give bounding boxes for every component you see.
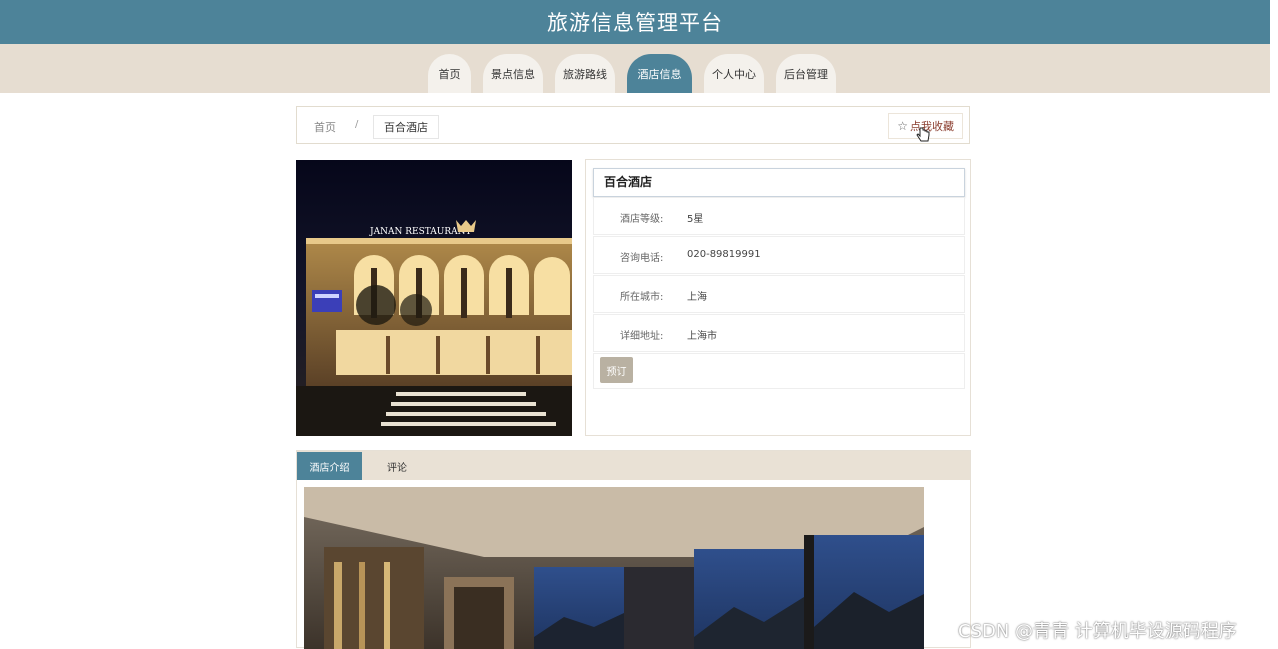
info-row-phone: 咨询电话: 020-89819991	[593, 236, 965, 274]
detail-tabs: 酒店介绍 评论	[296, 450, 971, 649]
hand-cursor-icon	[916, 127, 930, 142]
breadcrumb-current: 百合酒店	[373, 115, 439, 139]
site-header: 旅游信息管理平台	[0, 0, 1270, 44]
hotel-name: 百合酒店	[593, 168, 965, 197]
site-title: 旅游信息管理平台	[547, 11, 723, 35]
info-row-level: 酒店等级: 5星	[593, 197, 965, 235]
breadcrumb: 首页 / 百合酒店 ☆ 点我收藏	[296, 106, 970, 144]
csdn-watermark: CSDN @青青 计算机毕设源码程序	[958, 621, 1237, 642]
info-value: 上海市	[687, 331, 717, 342]
photo-sign-text: JANAN RESTAURANT	[369, 227, 471, 237]
main-nav: 首页 景点信息 旅游路线 酒店信息 个人中心 后台管理	[0, 44, 1270, 93]
tab-hotel-intro[interactable]: 酒店介绍	[297, 452, 362, 480]
info-value: 020-89819991	[687, 249, 761, 260]
nav-tab-admin[interactable]: 后台管理	[776, 54, 836, 93]
info-label: 详细地址:	[620, 331, 664, 342]
info-row-address: 详细地址: 上海市	[593, 314, 965, 352]
tab-bar: 酒店介绍 评论	[297, 451, 970, 480]
nav-tab-attractions[interactable]: 景点信息	[483, 54, 543, 93]
info-value: 5星	[687, 214, 704, 225]
nav-tab-profile[interactable]: 个人中心	[704, 54, 764, 93]
nav-tab-routes[interactable]: 旅游路线	[555, 54, 615, 93]
hotel-photo: JANAN RESTAURANT	[296, 160, 572, 436]
breadcrumb-separator: /	[355, 119, 359, 130]
nav-tab-home[interactable]: 首页	[428, 54, 471, 93]
info-row-actions	[593, 353, 965, 389]
star-outline-icon: ☆	[897, 119, 908, 133]
hotel-intro-image	[304, 487, 924, 649]
info-value: 上海	[687, 292, 707, 303]
info-label: 酒店等级:	[620, 214, 664, 225]
nav-tab-hotels[interactable]: 酒店信息	[627, 54, 692, 93]
breadcrumb-home-link[interactable]: 首页	[314, 119, 336, 135]
info-label: 咨询电话:	[620, 253, 664, 264]
hotel-info-panel: 百合酒店 酒店等级: 5星 咨询电话: 020-89819991 所在城市: 上…	[585, 159, 971, 436]
info-row-city: 所在城市: 上海	[593, 275, 965, 313]
book-button[interactable]: 预订	[600, 357, 633, 383]
tab-comments[interactable]: 评论	[377, 452, 417, 480]
info-label: 所在城市:	[620, 292, 664, 303]
